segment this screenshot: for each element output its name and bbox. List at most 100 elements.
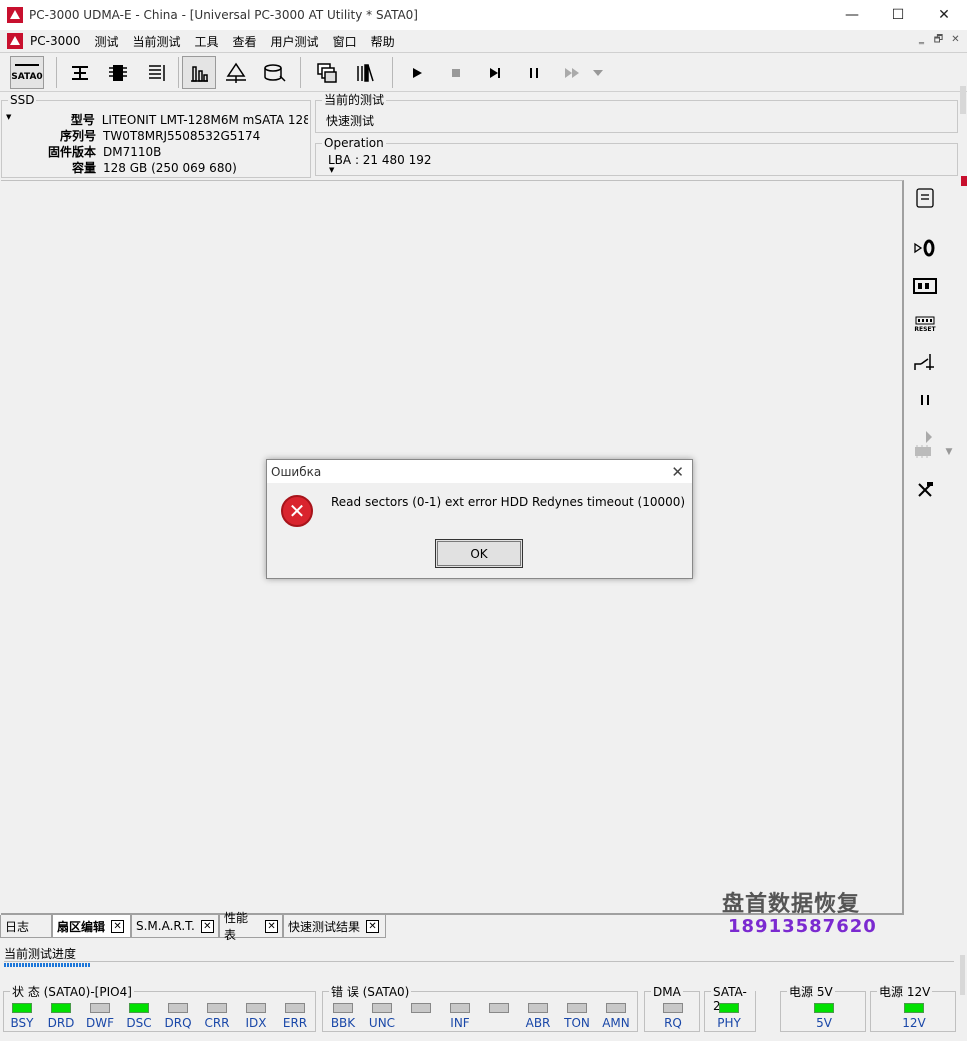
tab-log-label: 日志: [5, 919, 30, 934]
power-switch-icon: [914, 354, 934, 370]
tab-smart[interactable]: S.M.A.R.T. ✕: [131, 915, 219, 938]
hdd-tools-button[interactable]: [258, 56, 292, 89]
menu-current-test[interactable]: 当前测试: [126, 33, 188, 50]
mdi-close-button[interactable]: ✕: [948, 33, 963, 47]
close-icon[interactable]: ✕: [111, 919, 125, 933]
tree-icon: [226, 62, 246, 83]
close-icon[interactable]: ✕: [200, 919, 214, 933]
firmware-value: DM7110B: [103, 145, 162, 159]
right-panel-dropdown-icon[interactable]: ▼: [942, 440, 956, 464]
reset-label: RESET: [914, 325, 936, 333]
window-title: PC-3000 UDMA-E - China - [Universal PC-3…: [29, 8, 418, 22]
menu-user-test[interactable]: 用户测试: [264, 33, 326, 50]
hdd-icon: [264, 63, 286, 82]
tab-quick-test-results[interactable]: 快速测试结果 ✕: [283, 915, 386, 938]
model-row: 型号 LITEONIT LMT-128M6M mSATA 128: [2, 112, 308, 128]
serial-row: 序列号 TW0T8MRJ5508532G5174: [2, 128, 308, 144]
led-indicator: [333, 1003, 353, 1013]
toolbar-dropdown-button[interactable]: [588, 56, 608, 89]
progress-bar: [4, 961, 954, 969]
close-button[interactable]: ✕: [921, 0, 967, 30]
progress-fill: [4, 963, 90, 967]
led-indicator: [51, 1003, 71, 1013]
led-label: BSY: [10, 1016, 34, 1030]
skip-button[interactable]: [555, 56, 589, 89]
chart-button[interactable]: [182, 56, 216, 89]
circuit-board-icon: [913, 278, 937, 294]
led-indicator: [567, 1003, 587, 1013]
pause-button[interactable]: [517, 56, 551, 89]
sata-port-icon: SATA0: [11, 63, 43, 82]
led-indicator: [246, 1003, 266, 1013]
error-icon: ✕: [281, 495, 313, 527]
start-button[interactable]: [400, 56, 434, 89]
menu-test[interactable]: 测试: [87, 33, 125, 50]
stop-button[interactable]: [439, 56, 473, 89]
dialog-close-button[interactable]: ✕: [671, 463, 684, 481]
led-indicator: [663, 1003, 683, 1013]
reset-icon: [915, 316, 935, 324]
drive-power-icon: [72, 65, 88, 80]
model-value: LITEONIT LMT-128M6M mSATA 128: [101, 113, 308, 127]
mdi-restore-button[interactable]: 🗗: [931, 33, 946, 47]
power-switch-button[interactable]: [911, 350, 939, 374]
drive-power-button[interactable]: [63, 56, 97, 89]
right-pause-button[interactable]: [911, 388, 939, 412]
capacity-value: 128 GB (250 069 680): [103, 161, 237, 175]
maximize-button[interactable]: ☐: [875, 0, 921, 30]
current-test-legend: 当前的测试: [322, 93, 387, 107]
mdi-minimize-button[interactable]: ‗: [914, 33, 929, 47]
menu-view[interactable]: 查看: [226, 33, 264, 50]
led-label: DRD: [47, 1016, 75, 1030]
led-indicator: [129, 1003, 149, 1013]
list-button[interactable]: [140, 56, 174, 89]
firmware-row: 固件版本 DM7110B: [2, 144, 308, 160]
tab-sector-editor[interactable]: 扇区编辑 ✕: [52, 915, 131, 938]
app-menu-icon[interactable]: [7, 33, 23, 49]
close-icon[interactable]: ✕: [366, 919, 380, 933]
led-indicator: [285, 1003, 305, 1013]
status-sata-group: SATA-2 PHY: [704, 985, 756, 1032]
tab-performance[interactable]: 性能表 ✕: [219, 911, 283, 942]
status-state-group: 状 态 (SATA0)-[PIO4] BSY DRD DWF DSC DRQ CRR IDX…: [3, 985, 316, 1032]
windows-button[interactable]: [310, 56, 344, 89]
tools-button[interactable]: [911, 478, 939, 502]
tab-sector-editor-label: 扇区编辑: [57, 919, 106, 934]
power5-group-legend: 电源 5V: [787, 985, 835, 999]
pause-icon: [921, 395, 929, 405]
head-map-button[interactable]: [219, 56, 253, 89]
status-dma-group: DMA RQ: [644, 985, 700, 1032]
minimize-button[interactable]: —: [829, 0, 875, 30]
scroll-doc-button[interactable]: [911, 186, 939, 210]
reset-button[interactable]: RESET: [911, 310, 939, 334]
edit-button[interactable]: [348, 56, 382, 89]
right-edge-strip: [958, 80, 967, 1030]
tab-log[interactable]: 日志: [0, 915, 52, 938]
menu-pc3000[interactable]: PC-3000: [23, 34, 87, 48]
zero-fill-icon: [914, 239, 935, 257]
led-indicator: [814, 1003, 834, 1013]
menu-help[interactable]: 帮助: [364, 33, 402, 50]
led-label: BBK: [330, 1016, 356, 1030]
step-button[interactable]: [478, 56, 512, 89]
menu-window[interactable]: 窗口: [326, 33, 364, 50]
board-button[interactable]: [911, 274, 939, 298]
model-label: 型号: [70, 113, 95, 127]
chip-button[interactable]: [101, 56, 135, 89]
firmware-label: 固件版本: [47, 145, 96, 159]
sata0-port-button[interactable]: SATA0: [10, 56, 44, 89]
led-indicator: [207, 1003, 227, 1013]
play-icon: [413, 67, 422, 78]
pause-icon: [530, 67, 538, 78]
toolbar: SATA0: [0, 52, 967, 92]
chip-arrow-button[interactable]: [911, 431, 939, 458]
operation-expand-icon[interactable]: ▼: [329, 166, 334, 174]
ok-button[interactable]: OK: [435, 539, 523, 568]
menu-tools[interactable]: 工具: [188, 33, 226, 50]
led-label: DSC: [126, 1016, 152, 1030]
close-icon[interactable]: ✕: [265, 919, 278, 933]
capacity-label: 容量: [71, 161, 96, 175]
status-power5-group: 电源 5V 5V: [780, 985, 866, 1032]
tab-smart-label: S.M.A.R.T.: [136, 919, 195, 933]
zero-fill-button[interactable]: [911, 236, 939, 260]
